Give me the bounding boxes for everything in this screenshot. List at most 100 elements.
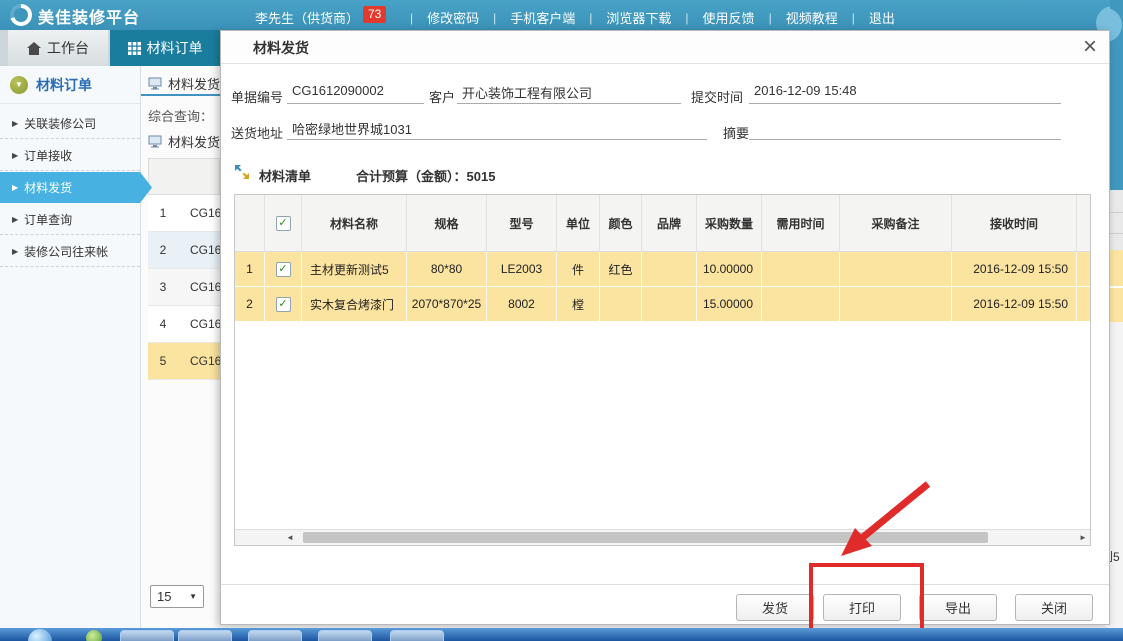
scroll-right-icon[interactable]: ► (1076, 533, 1090, 542)
sidebar-item-company-accounts[interactable]: ▶ 装修公司往来帐 (0, 236, 140, 267)
summary-field[interactable] (749, 119, 1061, 140)
row-checkbox[interactable]: ✓ (276, 262, 291, 277)
menu-video-tutorial[interactable]: 视频教程 (786, 8, 838, 27)
notification-badge[interactable]: 73 (363, 6, 386, 23)
cell-remark (840, 252, 952, 286)
row-number: 4 (148, 317, 178, 331)
strip-grey (1110, 190, 1123, 250)
tab-workbench-label: 工作台 (47, 38, 89, 58)
cell-spec: 80*80 (407, 252, 487, 286)
scroll-left-icon[interactable]: ◄ (283, 533, 297, 542)
horizontal-scrollbar[interactable]: ◄ ► (235, 529, 1090, 545)
menu-separator: | (479, 11, 510, 25)
topbar: 美佳装修平台 李先生（供货商） 73 | 修改密码 | 手机客户端 | 浏览器下… (0, 0, 1123, 30)
header-filler (1077, 195, 1090, 251)
address-field[interactable]: 哈密绿地世界城1031 (287, 119, 707, 140)
cell-rownum: 2 (235, 287, 265, 321)
taskbar-window-button[interactable] (178, 630, 232, 641)
row-number: 3 (148, 280, 178, 294)
scrollbar-track[interactable] (297, 530, 1076, 545)
page-size-select[interactable]: 15 ▼ (150, 585, 204, 608)
row-code: CG16 (178, 206, 221, 220)
cell-qty: 15.00000 (697, 287, 762, 321)
taskbar-app-icon[interactable] (86, 630, 102, 641)
taskbar-window-button[interactable] (248, 630, 302, 641)
sidebar-item-material-shipping[interactable]: ▶ 材料发货 (0, 172, 152, 203)
menu-change-password[interactable]: 修改密码 (427, 8, 479, 27)
taskbar-window-button[interactable] (120, 630, 174, 641)
cell-receive-time: 2016-12-09 15:50 (952, 252, 1077, 286)
header-spec: 规格 (407, 195, 487, 251)
expand-icon[interactable] (234, 164, 250, 185)
table-row[interactable]: 2 ✓ 实木复合烤漆门 2070*870*25 8002 樘 15.00000 … (235, 287, 1090, 322)
strip-light (1110, 322, 1123, 628)
start-orb-icon[interactable] (28, 629, 52, 641)
doc-no-field[interactable]: CG1612090002 (287, 83, 424, 104)
header-material-name: 材料名称 (302, 195, 407, 251)
header-unit: 单位 (557, 195, 600, 251)
header-remark: 采购备注 (840, 195, 952, 251)
cell-filler (1077, 287, 1090, 321)
menu-browser-download[interactable]: 浏览器下载 (606, 8, 671, 27)
bg-table-header (148, 158, 220, 195)
select-all-checkbox[interactable]: ✓ (276, 216, 291, 231)
page-size-value: 15 (157, 589, 171, 604)
menu-feedback[interactable]: 使用反馈 (703, 8, 755, 27)
tab-material-order[interactable]: 材料订单 (110, 30, 220, 66)
scrollbar-thumb[interactable] (303, 532, 988, 543)
cell-color (600, 287, 642, 321)
menu-separator: | (671, 11, 702, 25)
table-row[interactable]: 1 ✓ 主材更新测试5 80*80 LE2003 件 红色 10.00000 2… (235, 252, 1090, 287)
monitor-icon (148, 77, 162, 90)
sidebar-item-order-query[interactable]: ▶ 订单查询 (0, 204, 140, 235)
export-button[interactable]: 导出 (919, 594, 997, 621)
strip-line (1110, 212, 1123, 213)
bg-panel1-title: 材料发货 (148, 74, 220, 93)
customer-field[interactable]: 开心装饰工程有限公司 (457, 83, 681, 104)
sidebar-item-label: 材料发货 (24, 179, 72, 196)
taskbar-window-button[interactable] (390, 630, 444, 641)
strip-line (1110, 286, 1123, 288)
cell-brand (642, 252, 697, 286)
sidebar-header-label: 材料订单 (36, 75, 92, 95)
tab-material-order-label: 材料订单 (147, 38, 203, 58)
bg-panel1-label: 材料发货 (168, 74, 220, 93)
row-number: 1 (148, 206, 178, 220)
cell-color: 红色 (600, 252, 642, 286)
sidebar-item-linked-companies[interactable]: ▶ 关联装修公司 (0, 108, 140, 139)
cell-model: LE2003 (487, 252, 557, 286)
ship-button[interactable]: 发货 (736, 594, 814, 621)
sidebar-item-label: 关联装修公司 (24, 115, 96, 132)
menu-separator: | (838, 11, 869, 25)
sidebar-item-order-receive[interactable]: ▶ 订单接收 (0, 140, 140, 171)
material-list-title: 材料清单 (259, 166, 311, 185)
header-color: 颜色 (600, 195, 642, 251)
cell-receive-time: 2016-12-09 15:50 (952, 287, 1077, 321)
header-brand: 品牌 (642, 195, 697, 251)
row-number: 5 (148, 354, 178, 368)
cell-model: 8002 (487, 287, 557, 321)
windows-taskbar[interactable] (0, 628, 1123, 641)
submit-time-field[interactable]: 2016-12-09 15:48 (749, 83, 1061, 104)
dialog-header: 材料发货 × (221, 31, 1109, 64)
menu-logout[interactable]: 退出 (869, 8, 895, 27)
tab-workbench[interactable]: 工作台 (8, 30, 108, 66)
address-label: 送货地址 (231, 123, 283, 142)
arrow-right-icon: ▶ (12, 247, 18, 256)
cell-material-name: 主材更新测试5 (302, 252, 407, 286)
row-checkbox[interactable]: ✓ (276, 297, 291, 312)
close-icon[interactable]: × (1083, 31, 1097, 63)
chevron-down-icon: ▼ (189, 592, 197, 601)
arrow-right-icon: ▶ (12, 183, 18, 192)
cell-brand (642, 287, 697, 321)
sidebar-item-label: 订单查询 (24, 211, 72, 228)
menu-separator: | (575, 11, 606, 25)
taskbar-window-button[interactable] (318, 630, 372, 641)
close-button[interactable]: 关闭 (1015, 594, 1093, 621)
strip-line (1110, 233, 1123, 234)
menu-mobile-client[interactable]: 手机客户端 (510, 8, 575, 27)
sidebar-item-label: 订单接收 (24, 147, 72, 164)
sidebar-header[interactable]: ▼ 材料订单 (0, 66, 140, 104)
cell-need-time (762, 287, 840, 321)
arrow-right-icon: ▶ (12, 215, 18, 224)
